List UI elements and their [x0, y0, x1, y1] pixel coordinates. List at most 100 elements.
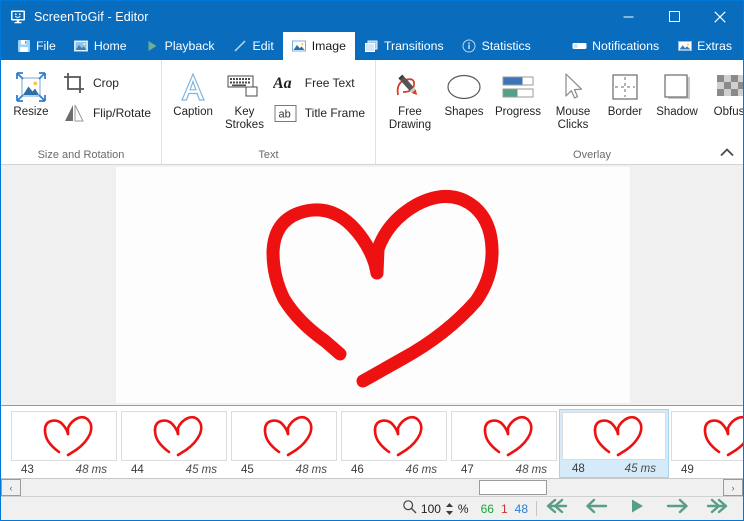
caption-button[interactable]: Caption	[166, 66, 220, 119]
first-frame-button[interactable]	[537, 498, 577, 520]
notifications-button[interactable]: Notifications	[563, 32, 668, 60]
ribbon-toolbar: Resize Crop Flip/Rotate Size and Rotatio…	[1, 60, 743, 164]
key-strokes-button[interactable]: Key Strokes	[220, 66, 269, 132]
border-button[interactable]: Border	[600, 66, 650, 119]
frame-delay: 48 ms	[295, 463, 327, 476]
obfuscate-checker-icon	[714, 70, 743, 104]
tab-home-label: Home	[93, 39, 127, 53]
screentogif-editor-window: ScreenToGif - Editor File Home Playback …	[0, 0, 744, 521]
caption-label: Caption	[173, 106, 213, 118]
caption-letter-a-icon	[178, 70, 208, 104]
tab-file[interactable]: File	[7, 32, 65, 60]
list-item[interactable]: 47 48 ms	[449, 409, 559, 478]
frame-number: 44	[131, 463, 144, 476]
group-label-text: Text	[258, 149, 279, 161]
scrollbar-thumb[interactable]	[479, 480, 547, 495]
filmstrip-scrollbar[interactable]: ‹ ›	[1, 478, 743, 496]
shapes-label: Shapes	[444, 106, 484, 118]
tab-image-label: Image	[311, 39, 346, 53]
frame-meta: 45 48 ms	[231, 461, 337, 478]
scroll-left-button[interactable]: ‹	[1, 479, 21, 496]
title-frame-ab-icon: ab	[273, 101, 299, 125]
frame-number: 43	[21, 463, 34, 476]
progress-bars-icon	[501, 70, 535, 104]
tab-edit-label: Edit	[252, 39, 274, 53]
tab-playback[interactable]: Playback	[136, 32, 224, 60]
play-button[interactable]	[617, 498, 657, 520]
save-disk-icon	[16, 39, 31, 54]
double-right-arrow-icon	[705, 498, 729, 519]
shadow-button[interactable]: Shadow	[650, 66, 704, 119]
last-frame-button[interactable]	[697, 498, 737, 520]
list-item[interactable]: 44 45 ms	[119, 409, 229, 478]
list-item[interactable]: 43 48 ms	[9, 409, 119, 478]
shadow-square-icon	[661, 70, 693, 104]
tab-playback-label: Playback	[164, 39, 215, 53]
pencil-icon	[233, 39, 248, 54]
crop-button[interactable]: Crop	[57, 68, 157, 98]
group-label-overlay: Overlay	[573, 149, 611, 161]
frame-thumbnail	[671, 411, 743, 461]
shapes-button[interactable]: Shapes	[438, 66, 490, 119]
previous-frame-button[interactable]	[577, 498, 617, 520]
free-text-label: Free Text	[304, 76, 355, 90]
window-controls	[605, 1, 743, 32]
free-text-button[interactable]: Aa Free Text	[269, 68, 371, 98]
extras-button[interactable]: Extras	[668, 32, 741, 60]
ribbon-collapse-button[interactable]	[717, 146, 737, 162]
free-drawing-button[interactable]: Free Drawing	[382, 66, 438, 132]
window-title: ScreenToGif - Editor	[34, 9, 149, 24]
flip-rotate-button[interactable]: Flip/Rotate	[57, 98, 157, 128]
obfuscate-label: Obfus	[713, 106, 743, 118]
layers-icon	[364, 39, 379, 54]
play-triangle-icon	[145, 39, 160, 54]
magnifier-icon	[402, 499, 417, 519]
maximize-button[interactable]	[651, 1, 697, 32]
resize-button[interactable]: Resize	[5, 66, 57, 119]
zoom-value[interactable]: 100	[421, 502, 441, 516]
list-item[interactable]: 46 46 ms	[339, 409, 449, 478]
frame-preview-canvas[interactable]	[1, 164, 743, 406]
frame-delay: 48 ms	[75, 463, 107, 476]
progress-button[interactable]: Progress	[490, 66, 546, 119]
ribbon-group-text: Caption Key Strokes Aa Free Text ab Titl…	[161, 60, 375, 164]
tab-file-label: File	[36, 39, 56, 53]
title-frame-button[interactable]: ab Title Frame	[269, 98, 371, 128]
screentogif-monitor-icon	[10, 9, 26, 25]
scrollbar-track[interactable]	[21, 479, 723, 496]
chevron-up-icon	[719, 145, 735, 163]
mouse-clicks-button[interactable]: Mouse Clicks	[546, 66, 600, 132]
tab-image[interactable]: Image	[282, 32, 355, 60]
mouse-cursor-icon	[559, 70, 587, 104]
tab-statistics[interactable]: Statistics	[453, 32, 540, 60]
frame-meta: 43 48 ms	[11, 461, 117, 478]
scroll-right-button[interactable]: ›	[723, 479, 743, 496]
tab-edit[interactable]: Edit	[224, 32, 283, 60]
keyboard-icon	[227, 70, 261, 104]
tab-home[interactable]: Home	[65, 32, 136, 60]
minimize-button[interactable]	[605, 1, 651, 32]
frame-meta: 47 48 ms	[451, 461, 557, 478]
group-label-size-and-rotation: Size and Rotation	[37, 149, 125, 161]
zoom-stepper[interactable]	[445, 502, 454, 516]
list-item-selected[interactable]: 48 45 ms	[559, 409, 669, 478]
tab-transitions-label: Transitions	[383, 39, 444, 53]
total-frames-count: 66	[480, 501, 494, 516]
border-label: Border	[607, 106, 643, 118]
next-frame-button[interactable]	[657, 498, 697, 520]
obfuscate-button[interactable]: Obfus	[704, 66, 743, 119]
list-item[interactable]: 45 48 ms	[229, 409, 339, 478]
pen-drawing-icon	[393, 70, 427, 104]
resize-label: Resize	[13, 106, 49, 118]
frame-meta: 44 45 ms	[121, 461, 227, 478]
title-bar: ScreenToGif - Editor	[1, 1, 743, 32]
tab-transitions[interactable]: Transitions	[355, 32, 453, 60]
frame-number: 49	[681, 463, 694, 476]
current-frame-image	[116, 167, 630, 403]
list-item[interactable]: 49 47	[669, 409, 743, 478]
close-button[interactable]	[697, 1, 743, 32]
zoom-control[interactable]: 100 %	[398, 499, 473, 519]
ribbon-group-size-and-rotation: Resize Crop Flip/Rotate Size and Rotatio…	[1, 60, 161, 164]
extras-label: Extras	[697, 39, 732, 53]
frame-list[interactable]: 43 48 ms 44 45 ms 45 48 ms 46 46 ms 47 4…	[1, 406, 743, 478]
